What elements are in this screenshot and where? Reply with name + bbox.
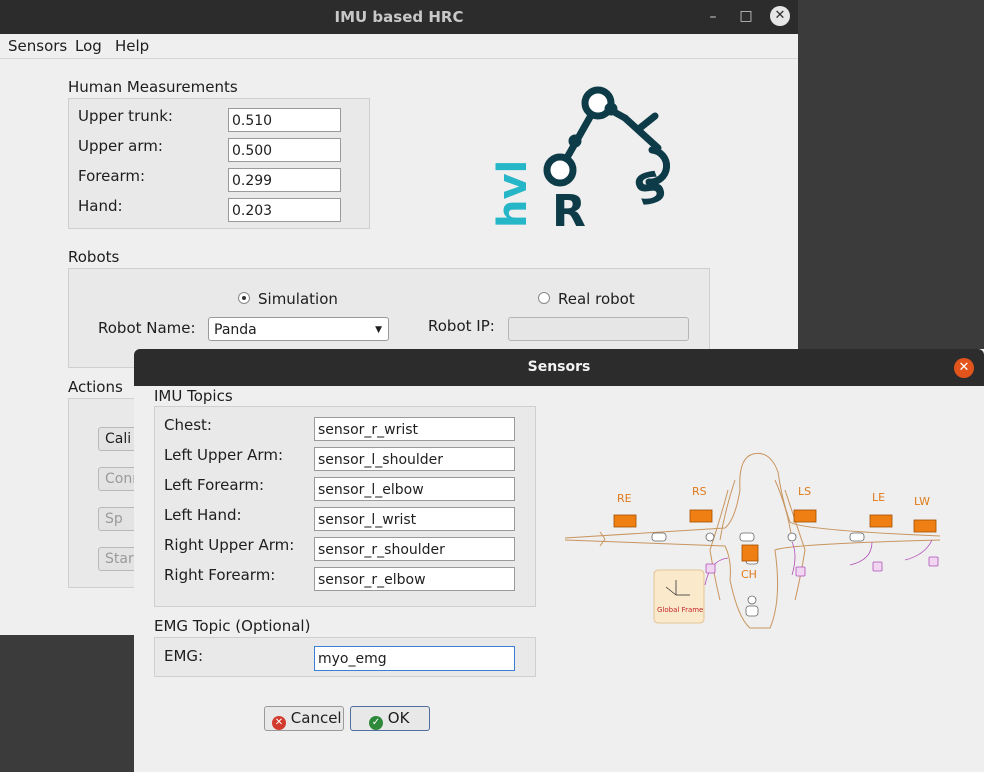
emg-input[interactable]: myo_emg [314,646,515,671]
chest-input[interactable]: sensor_r_wrist [314,417,515,441]
left-hand-label: Left Hand: [164,506,242,524]
forearm-label: Forearm: [78,167,146,185]
robot-name-value: Panda [214,322,257,338]
label-rs: RS [692,485,707,498]
upper-trunk-label: Upper trunk: [78,107,173,125]
label-lw: LW [914,495,930,508]
minimize-button[interactable]: – [703,7,723,27]
emg-label: EMG: [164,647,204,665]
window-title: IMU based HRC [334,8,464,26]
imu-topics-title: IMU Topics [154,387,233,405]
human-measurements-title: Human Measurements [68,78,238,96]
right-forearm-input[interactable]: sensor_r_elbow [314,567,515,591]
label-ls: LS [798,485,811,498]
hand-input[interactable]: 0.203 [228,198,341,222]
sensor-placement-diagram: RE RS LS LE LW CH Global Frame [564,452,941,629]
global-frame-label: Global Frame [657,606,703,614]
upper-arm-label: Upper arm: [78,137,163,155]
logo-hvl: hvl [490,160,536,228]
right-upper-arm-label: Right Upper Arm: [164,536,295,554]
robot-ip-label: Robot IP: [428,317,495,335]
right-forearm-label: Right Forearm: [164,566,276,584]
upper-trunk-input[interactable]: 0.510 [228,108,341,132]
menu-log[interactable]: Log [75,37,102,55]
forearm-input[interactable]: 0.299 [228,168,341,192]
ok-button[interactable]: ✓ OK [350,706,430,731]
label-ch: CH [741,568,757,581]
actions-title: Actions [68,378,123,396]
left-hand-input[interactable]: sensor_l_wrist [314,507,515,531]
real-robot-label: Real robot [558,290,635,308]
robots-title: Robots [68,248,120,266]
dialog-title: Sensors [527,359,591,375]
left-forearm-label: Left Forearm: [164,476,265,494]
menu-help[interactable]: Help [115,37,149,55]
robot-ip-input[interactable] [508,317,689,341]
simulation-radio[interactable] [238,292,250,304]
upper-arm-input[interactable]: 0.500 [228,138,341,162]
logo-letter-r: R [552,186,586,236]
left-upper-arm-input[interactable]: sensor_l_shoulder [314,447,515,471]
left-upper-arm-label: Left Upper Arm: [164,446,284,464]
label-le: LE [872,491,885,504]
hvl-robots-logo: R S hvl [490,86,673,236]
robot-name-label: Robot Name: [98,319,196,337]
real-robot-radio[interactable] [538,292,550,304]
global-frame-box [653,569,705,624]
cancel-button[interactable]: ✕ Cancel [264,706,344,731]
chevron-down-icon: ▼ [375,325,382,335]
check-icon: ✓ [369,716,383,730]
left-forearm-input[interactable]: sensor_l_elbow [314,477,515,501]
right-upper-arm-input[interactable]: sensor_r_shoulder [314,537,515,561]
hand-label: Hand: [78,197,123,215]
simulation-label: Simulation [258,290,338,308]
chest-label: Chest: [164,416,212,434]
robot-name-select[interactable]: Panda ▼ [208,317,389,341]
emg-topic-title: EMG Topic (Optional) [154,617,311,635]
cancel-icon: ✕ [272,716,286,730]
maximize-button[interactable]: □ [736,6,756,26]
cancel-label: Cancel [290,709,342,727]
ok-label: OK [387,709,410,727]
close-button[interactable]: ✕ [770,6,790,26]
menu-sensors[interactable]: Sensors [8,37,67,55]
label-re: RE [617,492,632,505]
dialog-close-button[interactable]: ✕ [954,358,974,378]
